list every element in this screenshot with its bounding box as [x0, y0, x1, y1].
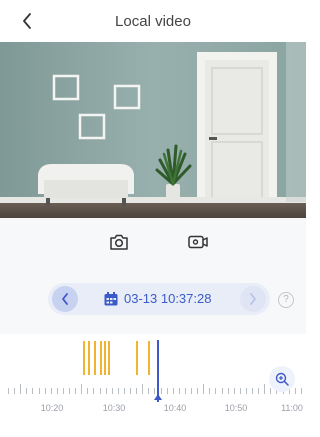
- timeline-tick: [123, 388, 125, 394]
- timeline-tick: [166, 388, 168, 394]
- calendar-icon: [104, 292, 118, 306]
- timeline-tick: [142, 384, 144, 394]
- timeline-tick: [191, 388, 192, 394]
- zoom-button[interactable]: [269, 366, 295, 392]
- help-button[interactable]: ?: [278, 292, 294, 308]
- timeline-tick: [8, 388, 9, 394]
- recording-segment[interactable]: [136, 341, 138, 375]
- timeline-label: 10:40: [163, 403, 187, 413]
- timeline-tick: [203, 384, 205, 394]
- previous-day-button[interactable]: [52, 286, 78, 312]
- timeline-tick: [227, 388, 229, 394]
- recording-segment[interactable]: [104, 341, 106, 375]
- next-day-button[interactable]: [240, 286, 266, 312]
- timeline-tick: [38, 388, 40, 394]
- date-selector-area: 03-13 10:37:28 ?: [0, 266, 306, 334]
- control-bar: [0, 218, 306, 266]
- timeline-tick: [264, 384, 266, 394]
- timeline-tick: [172, 388, 174, 394]
- timeline-tick: [130, 388, 131, 394]
- record-button[interactable]: [186, 230, 210, 254]
- timeline-tick: [221, 388, 223, 394]
- video-frame: [0, 42, 306, 218]
- timeline-label: 10:20: [40, 403, 64, 413]
- timeline-tick: [294, 388, 296, 394]
- video-player[interactable]: [0, 42, 306, 218]
- timeline-tick: [111, 388, 113, 394]
- timeline-tick: [75, 388, 77, 394]
- recording-segment[interactable]: [94, 341, 96, 375]
- timeline-tick: [32, 388, 34, 394]
- playback-datetime: 03-13 10:37:28: [124, 291, 212, 306]
- chevron-left-icon: [62, 293, 68, 305]
- timeline-tick: [184, 388, 186, 394]
- timeline-tick: [14, 388, 16, 394]
- timeline-tick: [245, 388, 247, 394]
- timeline-tick: [93, 388, 95, 394]
- timeline-tick: [117, 388, 119, 394]
- timeline-tick: [148, 388, 150, 394]
- header: Local video: [0, 0, 306, 42]
- timeline-tick: [239, 388, 241, 394]
- timeline-tick: [197, 388, 199, 394]
- timeline-cursor[interactable]: [157, 340, 159, 402]
- timeline-tick: [258, 388, 260, 394]
- chevron-right-icon: [250, 293, 256, 305]
- timeline-tick: [56, 388, 58, 394]
- timeline-label: 10:30: [102, 403, 126, 413]
- recording-segment[interactable]: [83, 341, 85, 375]
- timeline-tick: [26, 388, 28, 394]
- timeline-tick: [20, 384, 22, 394]
- timeline-tick: [50, 388, 52, 394]
- timeline-tick: [270, 388, 272, 394]
- zoom-in-icon: [275, 372, 289, 386]
- timeline-label: 11:00: [281, 403, 303, 413]
- timeline-tick: [81, 384, 83, 394]
- recording-segment[interactable]: [100, 341, 102, 375]
- recording-segment[interactable]: [88, 341, 90, 375]
- video-record-icon: [188, 235, 208, 249]
- timeline-tick: [252, 388, 253, 394]
- timeline-tick: [99, 388, 101, 394]
- timeline-tick: [209, 388, 211, 394]
- timeline-label: 10:50: [224, 403, 248, 413]
- timeline-tick: [87, 388, 89, 394]
- snapshot-button[interactable]: [107, 230, 131, 254]
- timeline-cursor-marker: [154, 394, 162, 400]
- timeline-tick: [44, 388, 46, 394]
- timeline-tick: [178, 388, 180, 394]
- timeline-tick: [105, 388, 107, 394]
- recording-segment[interactable]: [148, 341, 150, 375]
- page-title: Local video: [115, 13, 191, 30]
- timeline-tick: [215, 388, 217, 394]
- camera-icon: [110, 234, 128, 250]
- timeline-tick: [233, 388, 235, 394]
- timeline-tick: [300, 388, 302, 394]
- timeline-tick: [69, 388, 70, 394]
- timeline[interactable]: 10:20 10:30 10:40 10:50 11:00: [0, 334, 306, 437]
- timeline-tick: [136, 388, 138, 394]
- recording-segment[interactable]: [108, 341, 110, 375]
- date-selector[interactable]: 03-13 10:37:28: [48, 283, 270, 315]
- timeline-tick: [62, 388, 64, 394]
